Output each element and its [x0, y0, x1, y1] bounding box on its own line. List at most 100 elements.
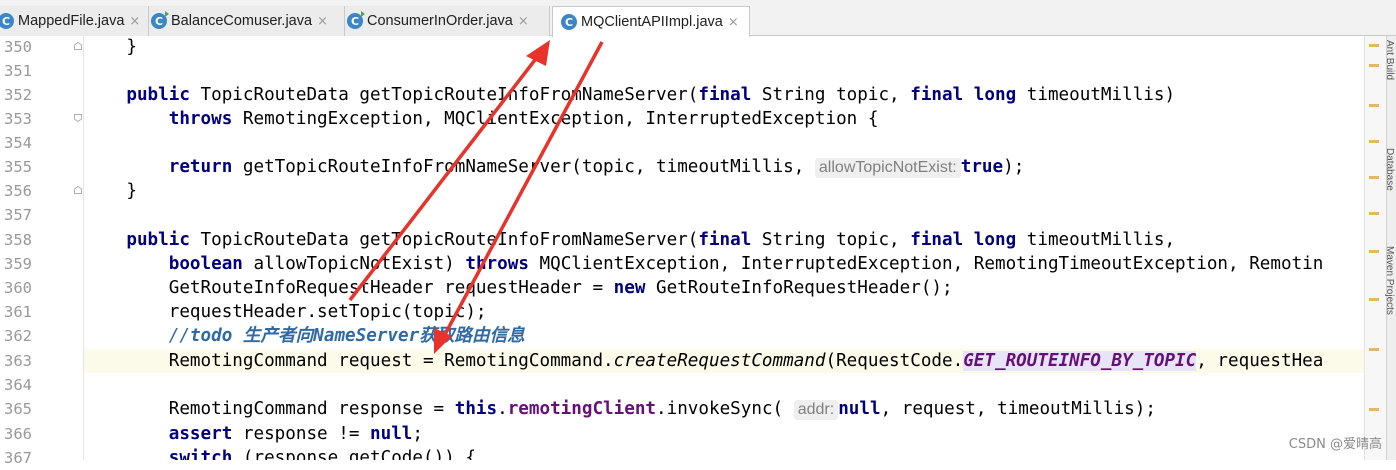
- line-number: 357: [4, 206, 32, 224]
- warning-marker[interactable]: [1369, 64, 1379, 67]
- keyword: final: [698, 85, 752, 105]
- line-number-gutter: 350 351 352 353 354 355 356 357 358 359 …: [0, 36, 64, 467]
- code-line-366: assert response != null;: [84, 422, 1364, 446]
- code-line-363: RemotingCommand request = RemotingComman…: [84, 349, 1364, 373]
- code-text: );: [1003, 157, 1025, 177]
- keyword: long: [973, 85, 1017, 105]
- watermark: CSDN @爱晴高: [1288, 437, 1382, 452]
- ant-build-tab[interactable]: Ant Build: [1384, 40, 1395, 80]
- code-text: (response.getCode()) {: [232, 448, 476, 460]
- close-tab-icon[interactable]: ×: [728, 15, 739, 30]
- code-line-359: boolean allowTopicNotExist) throws MQCli…: [84, 252, 1364, 276]
- maven-projects-tab[interactable]: Maven Projects: [1384, 246, 1395, 315]
- code-editor[interactable]: } public TopicRouteData getTopicRouteInf…: [84, 36, 1364, 460]
- code-text: response !=: [232, 424, 371, 444]
- line-number: 363: [4, 352, 32, 370]
- code-text: RemotingException, MQClientException, In…: [232, 109, 879, 129]
- line-number: 361: [4, 303, 32, 321]
- warning-marker[interactable]: [1369, 408, 1379, 411]
- code-text: RemotingCommand request = RemotingComman…: [168, 351, 614, 371]
- close-tab-icon[interactable]: ×: [518, 14, 529, 29]
- tab-consumerinorder[interactable]: C ConsumerInOrder.java ×: [345, 6, 550, 36]
- warning-marker[interactable]: [1369, 250, 1379, 253]
- line-number: 352: [4, 86, 32, 104]
- line-number: 365: [4, 400, 32, 418]
- static-method-call: createRequestCommand: [613, 351, 826, 371]
- code-text: GetRouteInfoRequestHeader();: [645, 278, 953, 298]
- database-tab[interactable]: Database: [1384, 148, 1395, 191]
- static-constant: GET_ROUTEINFO_BY_TOPIC: [963, 351, 1197, 371]
- warning-marker[interactable]: [1369, 176, 1379, 179]
- line-number: 355: [4, 158, 32, 176]
- tab-label: MQClientAPIImpl.java: [581, 14, 723, 30]
- code-line-353: throws RemotingException, MQClientExcept…: [84, 107, 1364, 131]
- keyword: assert: [168, 424, 233, 444]
- line-number: 354: [4, 134, 32, 152]
- close-tab-icon[interactable]: ×: [317, 14, 328, 29]
- line-number: 350: [4, 38, 32, 56]
- line-number: 356: [4, 182, 32, 200]
- code-text: , requestHea: [1196, 351, 1324, 371]
- keyword: long: [973, 230, 1017, 250]
- line-number: 359: [4, 255, 32, 273]
- tab-label: BalanceComuser.java: [171, 13, 313, 29]
- tab-mappedfile[interactable]: C MappedFile.java ×: [0, 6, 149, 36]
- keyword: public: [126, 230, 190, 250]
- line-number: 366: [4, 425, 32, 443]
- warning-marker[interactable]: [1369, 212, 1379, 215]
- line-number: 358: [4, 231, 32, 249]
- code-line-362: //todo 生产者向NameServer获取路由信息: [84, 324, 1364, 348]
- line-number: 362: [4, 327, 32, 345]
- keyword: throws: [168, 109, 233, 129]
- code-line-352: public TopicRouteData getTopicRouteInfoF…: [84, 83, 1364, 107]
- keyword: throws: [465, 254, 529, 274]
- code-line-361: requestHeader.setTopic(topic);: [84, 300, 1364, 324]
- java-class-icon: C: [0, 13, 14, 29]
- comment-prefix: //: [168, 326, 190, 346]
- line-number: 367: [4, 449, 32, 467]
- keyword: null: [838, 399, 881, 419]
- code-text: , request, timeoutMillis);: [880, 399, 1156, 419]
- keyword: switch: [168, 448, 233, 460]
- warning-marker[interactable]: [1369, 104, 1379, 107]
- java-runnable-class-icon: C: [151, 11, 169, 29]
- code-text: }: [126, 37, 137, 57]
- parameter-hint: allowTopicNotExist:: [814, 158, 961, 178]
- keyword: null: [370, 424, 413, 444]
- fold-gutter: [64, 36, 84, 460]
- keyword: final: [910, 230, 964, 250]
- fold-end-icon[interactable]: [74, 42, 82, 50]
- warning-marker[interactable]: [1369, 298, 1379, 301]
- tab-mqclientapiimpl[interactable]: C MQClientAPIImpl.java ×: [552, 6, 750, 37]
- code-line-367: switch (response.getCode()) {: [84, 446, 1364, 460]
- java-runnable-class-icon: C: [347, 11, 365, 29]
- tab-balancecomuser[interactable]: C BalanceComuser.java ×: [149, 6, 345, 36]
- keyword: final: [910, 85, 964, 105]
- code-line-358: public TopicRouteData getTopicRouteInfoF…: [84, 228, 1364, 252]
- code-text: .: [497, 399, 508, 419]
- warning-marker[interactable]: [1369, 140, 1379, 143]
- close-tab-icon[interactable]: ×: [129, 14, 140, 29]
- code-text: getTopicRouteInfoFromNameServer(topic, t…: [232, 157, 815, 177]
- code-text: timeoutMillis): [1016, 85, 1176, 105]
- code-text: .invokeSync(: [656, 399, 794, 419]
- code-text: (RequestCode.: [825, 351, 964, 371]
- fold-end-icon[interactable]: [74, 186, 82, 194]
- keyword: this: [454, 399, 498, 419]
- fold-start-icon[interactable]: [74, 114, 82, 122]
- code-text: requestHeader.setTopic(topic);: [168, 302, 487, 322]
- tool-window-strip: Ant Build Database Maven Projects: [1384, 36, 1396, 460]
- line-number: 353: [4, 110, 32, 128]
- keyword: true: [960, 157, 1004, 177]
- code-text: String topic,: [751, 85, 911, 105]
- line-number: 360: [4, 279, 32, 297]
- code-text: GetRouteInfoRequestHeader requestHeader …: [168, 278, 614, 298]
- field-reference: remotingClient: [507, 399, 657, 419]
- code-text: TopicRouteData getTopicRouteInfoFromName…: [189, 85, 699, 105]
- warning-marker[interactable]: [1369, 348, 1379, 351]
- code-text: RemotingCommand response =: [168, 399, 455, 419]
- code-line-365: RemotingCommand response = this.remoting…: [84, 397, 1364, 421]
- error-stripe[interactable]: [1364, 36, 1386, 460]
- warning-marker[interactable]: [1369, 44, 1379, 47]
